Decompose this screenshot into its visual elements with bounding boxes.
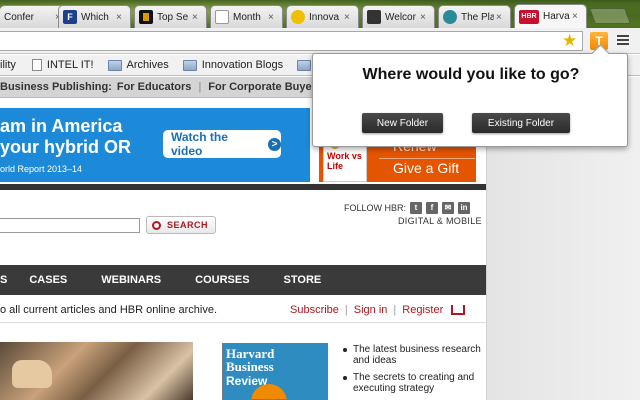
nav-item-store[interactable]: STORE (284, 274, 322, 286)
list-item: The secrets to creating and executing st… (342, 372, 482, 394)
star-icon[interactable]: ★ (562, 32, 577, 50)
browser-tab[interactable]: The Pla × (438, 5, 511, 28)
new-tab-button[interactable] (589, 8, 631, 24)
page-favicon-icon (215, 10, 229, 24)
banner-headline: am in America (0, 116, 123, 136)
browser-tab[interactable]: F Which × (58, 5, 131, 28)
close-tab-icon[interactable]: × (192, 12, 202, 23)
tab-title: Innova (309, 11, 340, 23)
magazine-title-line: Business (226, 359, 274, 374)
account-links: Subscribe | Sign in | Register (290, 304, 466, 316)
main-nav: S CASES WEBINARS COURSES STORE (0, 265, 486, 295)
innovation-favicon-icon (291, 10, 305, 24)
tab-title: Harvarc (543, 11, 570, 22)
subscribe-link[interactable]: Subscribe (290, 304, 339, 316)
watch-video-button[interactable]: Watch the video > (163, 130, 281, 158)
bookmark-folder[interactable]: Innovation Blogs (182, 59, 291, 71)
forbes-favicon-icon: F (63, 10, 77, 24)
search-button[interactable]: SEARCH (146, 216, 216, 234)
book-title: Work vs Life (327, 151, 362, 171)
facebook-icon[interactable]: f (426, 202, 439, 214)
nav-item-cases[interactable]: CASES (29, 274, 67, 286)
benefits-list: The latest business research and ideas T… (342, 344, 482, 400)
browser-tab[interactable]: Welcor × (362, 5, 435, 28)
bookmark-label: Innovation Blogs (201, 59, 284, 71)
tab-title: Confer (4, 11, 35, 23)
address-bar[interactable] (0, 31, 583, 51)
tab-title: Which (81, 11, 109, 23)
bookmark-item[interactable]: ility (0, 59, 24, 71)
close-tab-icon[interactable]: × (572, 11, 582, 22)
close-tab-icon[interactable]: × (344, 12, 354, 23)
close-tab-icon[interactable]: × (496, 12, 506, 23)
search-button-label: SEARCH (167, 220, 209, 230)
sign-in-link[interactable]: Sign in (354, 304, 388, 316)
content-divider (0, 322, 486, 323)
hero-image[interactable] (0, 342, 193, 400)
tab-title: Top Se (157, 11, 189, 23)
browser-tab[interactable]: Month × (210, 5, 283, 28)
menu-icon[interactable] (617, 35, 629, 47)
link-separator: | (393, 304, 397, 316)
folder-icon (107, 59, 122, 71)
follow-hbr: FOLLOW HBR: t f ✉ in (344, 202, 471, 214)
promo-banner[interactable]: am in America your hybrid OR orld Report… (0, 108, 310, 182)
close-tab-icon[interactable]: × (268, 12, 278, 23)
follow-label: FOLLOW HBR: (344, 203, 407, 213)
folder-icon (182, 59, 197, 71)
nav-link-educators[interactable]: For Educators (117, 81, 192, 93)
hand-image (12, 360, 52, 388)
bookmark-item[interactable]: INTEL IT! (31, 59, 102, 71)
portrait-favicon-icon (367, 10, 381, 24)
nav-item-courses[interactable]: COURSES (195, 274, 249, 286)
tab-title: The Pla (461, 11, 494, 23)
bookmark-label: INTEL IT! (46, 59, 94, 71)
tab-title: Welcor (385, 11, 416, 23)
browser-toolbar (0, 28, 640, 54)
header-divider (0, 184, 486, 190)
globe-favicon-icon (443, 10, 457, 24)
page-icon (31, 59, 42, 71)
nav-item-webinars[interactable]: WEBINARS (101, 274, 161, 286)
folder-icon (297, 59, 312, 71)
popup-heading: Where would you like to go? (362, 66, 580, 83)
promo-divider (379, 158, 475, 159)
browser-tab-strip: Confer × F Which × Top Se × Month × Inno… (0, 0, 640, 28)
browser-tab-active[interactable]: HBR Harvarc × (514, 4, 587, 28)
search-input[interactable] (0, 218, 140, 233)
hbr-favicon-icon: HBR (519, 9, 539, 24)
twitter-icon[interactable]: t (410, 202, 423, 214)
linkedin-icon[interactable]: in (458, 202, 471, 214)
tab-title: Month (233, 11, 261, 23)
register-link[interactable]: Register (402, 304, 443, 316)
magazine-cover[interactable]: Harvard Business Review (222, 343, 328, 400)
nav-link-corporate-buyers[interactable]: For Corporate Buyers (208, 81, 322, 93)
nav-item-partial[interactable]: S (0, 274, 7, 286)
browser-tab[interactable]: Top Se × (134, 5, 207, 28)
browser-tab[interactable]: Innova × (286, 5, 359, 28)
watch-video-label: Watch the video (171, 130, 228, 158)
cart-icon[interactable] (451, 305, 466, 315)
link-separator: | (344, 304, 348, 316)
existing-folder-button[interactable]: Existing Folder (472, 113, 570, 133)
bookmark-folder[interactable]: Archives (107, 59, 177, 71)
digital-mobile-link[interactable]: DIGITAL & MOBILE (398, 216, 482, 226)
new-folder-button[interactable]: New Folder (362, 113, 443, 133)
extension-popup: Where would you like to go? New Folder E… (312, 53, 628, 147)
email-icon[interactable]: ✉ (442, 202, 455, 214)
bookmark-label: Archives (126, 59, 169, 71)
access-text: o all current articles and HBR online ar… (0, 304, 218, 316)
banner-source: orld Report 2013–14 (0, 164, 83, 174)
site-favicon-icon (139, 10, 153, 24)
arrow-right-icon: > (268, 137, 281, 151)
nav-separator: | (198, 81, 202, 93)
close-tab-icon[interactable]: × (420, 12, 430, 23)
give-gift-link[interactable]: Give a Gift (393, 160, 459, 176)
publishing-label: Business Publishing: (0, 81, 112, 93)
banner-headline-2: your hybrid OR (0, 137, 132, 157)
search-icon (152, 220, 161, 230)
close-tab-icon[interactable]: × (116, 12, 126, 23)
list-item: The latest business research and ideas (342, 344, 482, 366)
bookmark-label: ility (0, 59, 16, 71)
